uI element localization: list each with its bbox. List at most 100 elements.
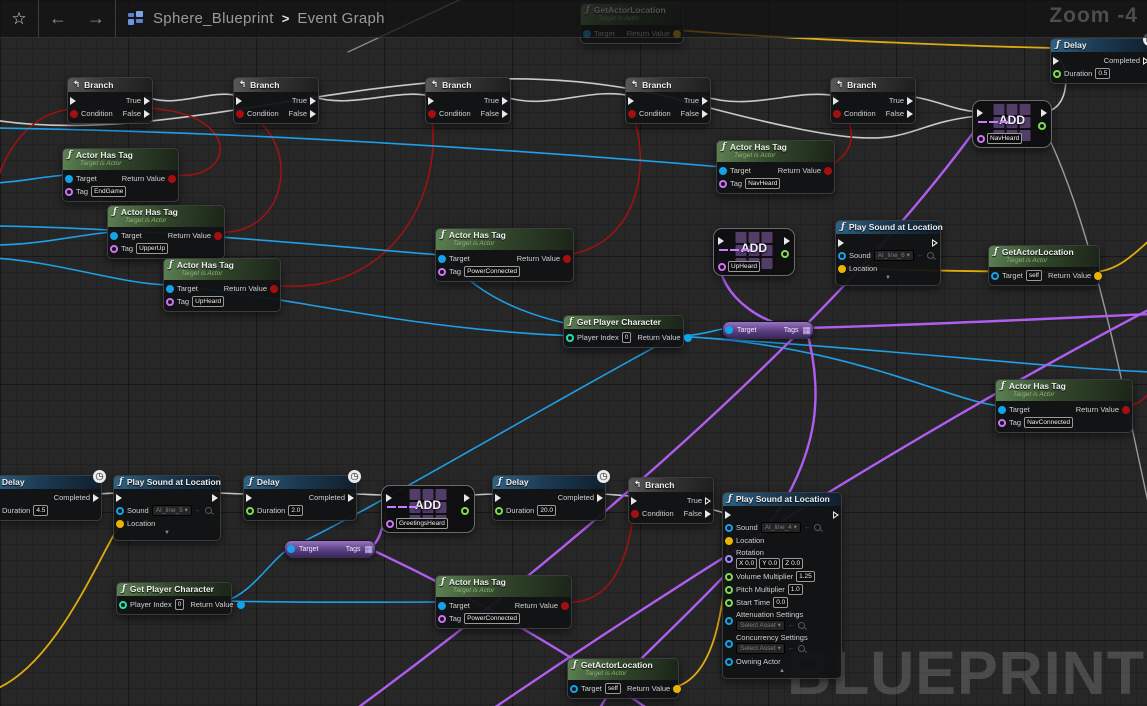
collapse-node-icon[interactable]: ▲ (723, 668, 841, 675)
delay-node[interactable]: ◷ ƒDelay Completed Duration4.5 (0, 475, 102, 521)
location-pin[interactable] (116, 520, 124, 528)
false-out-pin[interactable] (702, 110, 708, 118)
sound-pin[interactable] (116, 507, 124, 515)
back-button[interactable]: ← (39, 8, 77, 29)
node-header[interactable]: ↰Branch (426, 78, 510, 92)
sound-pin[interactable] (725, 524, 733, 532)
rotation-z-field[interactable]: Z 0.0 (782, 558, 803, 569)
node-header[interactable]: ƒActor Has TagTarget is Actor (717, 141, 834, 162)
return-value-pin[interactable] (237, 601, 245, 609)
duration-field[interactable]: 20.0 (537, 505, 556, 516)
completed-out-pin[interactable] (1143, 57, 1147, 65)
false-out-pin[interactable] (502, 110, 508, 118)
tag-pin[interactable] (719, 180, 727, 188)
node-header[interactable]: ↰Branch (68, 78, 152, 92)
exec-in-pin[interactable] (495, 494, 501, 502)
branch-node-4[interactable]: ↰Branch True ConditionFalse (625, 77, 711, 124)
actor-has-tag-node[interactable]: ƒActor Has TagTarget is Actor TargetRetu… (435, 575, 572, 629)
node-header[interactable]: ƒDelay (493, 476, 605, 489)
tag-value-field[interactable]: NavHeard (987, 133, 1022, 144)
forward-button[interactable]: → (77, 8, 115, 29)
get-tags-pill-node[interactable]: Target Tags ▦ (722, 321, 814, 339)
tag-pin[interactable] (718, 263, 726, 271)
false-out-pin[interactable] (310, 110, 316, 118)
actor-has-tag-node[interactable]: ƒActor Has TagTarget is Actor TargetRetu… (995, 379, 1133, 433)
exec-in-pin[interactable] (386, 494, 392, 502)
tag-value-field[interactable]: UpHeard (192, 296, 224, 307)
condition-pin[interactable] (428, 110, 436, 118)
delay-node[interactable]: ◷ ƒDelay Completed Duration2.0 (243, 475, 357, 521)
exec-in-pin[interactable] (833, 97, 839, 105)
get-actor-location-node[interactable]: ƒGetActorLocationTarget is Actor Targets… (988, 245, 1100, 286)
sound-asset-dropdown[interactable]: AI_line_5 ▾ (152, 505, 192, 516)
branch-node-5[interactable]: ↰Branch True ConditionFalse (830, 77, 916, 124)
play-sound-node-expanded[interactable]: ƒPlay Sound at Location SoundAI_line_4 ▾… (722, 492, 842, 679)
player-index-pin[interactable] (566, 334, 574, 342)
attenuation-pin[interactable] (725, 617, 733, 625)
tag-value-field[interactable]: UpHeard (728, 261, 760, 272)
tag-pin[interactable] (998, 419, 1006, 427)
exec-in-pin[interactable] (977, 109, 983, 117)
reset-icon[interactable]: ← (788, 645, 795, 652)
node-header[interactable]: ƒDelay (244, 476, 356, 489)
node-header[interactable]: ƒActor Has TagTarget is Actor (63, 149, 178, 170)
attenuation-asset-dropdown[interactable]: Select Asset ▾ (736, 620, 785, 631)
target-pin[interactable] (438, 255, 446, 263)
condition-pin[interactable] (628, 110, 636, 118)
get-tags-pill-node[interactable]: Target Tags ▦ (284, 540, 376, 558)
sound-asset-dropdown[interactable]: AI_line_4 ▾ (761, 522, 801, 533)
concurrency-asset-dropdown[interactable]: Select Asset ▾ (736, 643, 785, 654)
browse-icon[interactable] (798, 645, 805, 652)
node-header[interactable]: ƒPlay Sound at Location (114, 476, 220, 489)
add-tag-macro-node[interactable]: ADD NavHeard (972, 100, 1052, 148)
tag-pin[interactable] (65, 188, 73, 196)
node-header[interactable]: ƒPlay Sound at Location (723, 493, 841, 506)
play-sound-node[interactable]: ƒPlay Sound at Location SoundAI_line_5 ▾… (113, 475, 221, 541)
target-pin[interactable] (110, 232, 118, 240)
output-pin[interactable] (781, 250, 789, 258)
node-header[interactable]: ƒActor Has TagTarget is Actor (996, 380, 1132, 401)
actor-has-tag-node[interactable]: ƒActor Has TagTarget is Actor TargetRetu… (163, 258, 281, 312)
return-value-pin[interactable] (824, 167, 832, 175)
branch-node-1[interactable]: ↰Branch True ConditionFalse (67, 77, 153, 124)
target-pin[interactable] (725, 326, 733, 334)
duration-pin[interactable] (246, 507, 254, 515)
expand-node-icon[interactable]: ▼ (836, 275, 940, 282)
node-header[interactable]: ↰Branch (626, 78, 710, 92)
tag-value-field[interactable]: PowerConnected (464, 613, 520, 624)
true-out-pin[interactable] (502, 97, 508, 105)
delay-node[interactable]: ◷ ƒDelay Completed Duration0.5 (1050, 38, 1147, 84)
volume-pin[interactable] (725, 573, 733, 581)
node-header[interactable]: ƒGetActorLocationTarget is Actor (568, 659, 678, 680)
target-pin[interactable] (991, 272, 999, 280)
exec-out-pin[interactable] (932, 239, 938, 247)
condition-pin[interactable] (631, 510, 639, 518)
false-out-pin[interactable] (705, 510, 711, 518)
node-header[interactable]: ƒActor Has TagTarget is Actor (164, 259, 280, 280)
node-header[interactable]: ↰Branch (234, 78, 318, 92)
tags-grid-icon[interactable]: ▦ (802, 326, 811, 335)
target-pin[interactable] (287, 545, 295, 553)
browse-icon[interactable] (814, 524, 821, 531)
branch-node-6[interactable]: ↰Branch True ConditionFalse (628, 477, 714, 524)
exec-in-pin[interactable] (725, 511, 731, 519)
actor-has-tag-node[interactable]: ƒActor Has TagTarget is Actor TargetRetu… (435, 228, 574, 282)
exec-out-pin[interactable] (833, 511, 839, 519)
target-pin[interactable] (65, 175, 73, 183)
tag-container-pin[interactable] (387, 505, 418, 509)
duration-pin[interactable] (495, 507, 503, 515)
true-out-pin[interactable] (705, 497, 711, 505)
play-sound-node[interactable]: ƒPlay Sound at Location SoundAI_line_6 ▾… (835, 220, 941, 286)
actor-has-tag-node[interactable]: ƒActor Has TagTarget is Actor TargetRetu… (107, 205, 225, 259)
get-player-character-node[interactable]: ƒGet Player Character Player Index0Retur… (116, 582, 232, 615)
target-pin[interactable] (719, 167, 727, 175)
start-time-pin[interactable] (725, 599, 733, 607)
condition-pin[interactable] (833, 110, 841, 118)
rotation-pin[interactable] (725, 555, 733, 563)
branch-node-3[interactable]: ↰Branch True ConditionFalse (425, 77, 511, 124)
exec-in-pin[interactable] (70, 97, 76, 105)
node-header[interactable]: ƒDelay (0, 476, 101, 489)
duration-field[interactable]: 2.0 (288, 505, 303, 516)
target-self-field[interactable]: self (605, 683, 621, 694)
exec-in-pin[interactable] (236, 97, 242, 105)
